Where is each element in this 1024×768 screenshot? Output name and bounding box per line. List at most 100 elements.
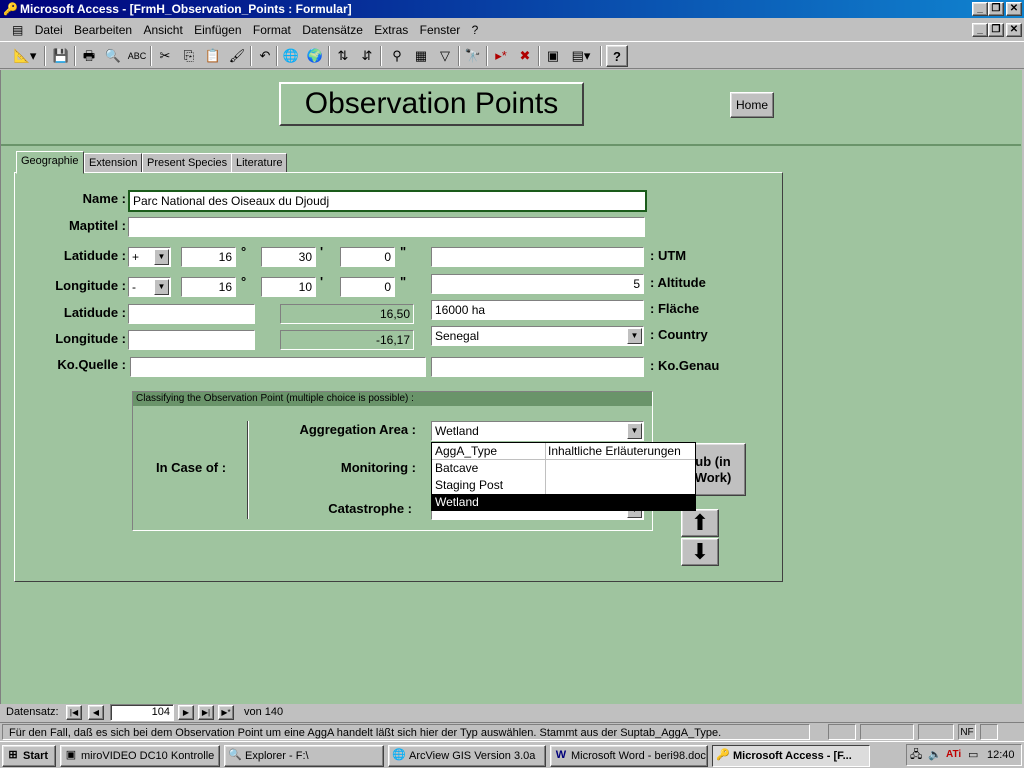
- next-record-button[interactable]: ▶: [178, 705, 194, 720]
- ko-quelle-field[interactable]: [130, 357, 426, 377]
- latitude-label: Latidude :: [63, 305, 126, 320]
- hyperlink-icon[interactable]: 🌐: [280, 45, 302, 67]
- dropdown-option-wetland[interactable]: Wetland: [432, 494, 695, 511]
- country-select[interactable]: Senegal ▼: [431, 326, 644, 346]
- tab-extension[interactable]: Extension: [84, 153, 143, 173]
- record-number-field[interactable]: 104: [110, 704, 174, 721]
- task-word[interactable]: W Microsoft Word - beri98.doc: [550, 745, 708, 767]
- name-field[interactable]: Parc National des Oiseaux du Djoudj: [128, 190, 647, 212]
- design-view-icon[interactable]: 📐▾: [10, 45, 40, 67]
- format-painter-icon[interactable]: 🖌: [226, 45, 248, 67]
- latitude-degrees-field[interactable]: 16: [181, 247, 236, 267]
- altitude-field[interactable]: 5: [431, 274, 644, 294]
- maptitel-field[interactable]: [128, 217, 645, 237]
- longitude-text-field[interactable]: [128, 330, 255, 350]
- chevron-down-icon[interactable]: ▼: [627, 328, 642, 344]
- dropdown-option-staging-post[interactable]: Staging Post: [432, 477, 695, 494]
- apply-filter-icon[interactable]: ▽: [434, 45, 456, 67]
- menu-datei[interactable]: Datei: [31, 20, 67, 40]
- cut-icon[interactable]: ✂: [154, 45, 176, 67]
- menu-datensaetze[interactable]: Datensätze: [298, 20, 367, 40]
- doc-minimize-button[interactable]: _: [972, 23, 988, 37]
- task-mirovideo[interactable]: ▣ miroVIDEO DC10 Kontrolle: [60, 745, 220, 767]
- maximize-button[interactable]: ❐: [988, 2, 1004, 16]
- previous-record-button[interactable]: ◀: [88, 705, 104, 720]
- menu-fenster[interactable]: Fenster: [416, 20, 465, 40]
- aggregation-dropdown-list: AggA_Type Inhaltliche Erläuterungen Batc…: [431, 442, 696, 511]
- arrow-up-icon: ⬆: [690, 510, 710, 535]
- menu-help[interactable]: ?: [468, 20, 483, 40]
- new-record-icon[interactable]: ▸*: [490, 45, 512, 67]
- paste-icon[interactable]: 📋: [202, 45, 224, 67]
- status-nf: NF: [958, 724, 976, 740]
- home-button[interactable]: Home: [730, 92, 774, 118]
- utm-field[interactable]: [431, 247, 644, 267]
- first-record-button[interactable]: |◀: [66, 705, 82, 720]
- spelling-icon[interactable]: ABC: [126, 45, 148, 67]
- latitude-minutes-field[interactable]: 30: [261, 247, 316, 267]
- longitude-minutes-field[interactable]: 10: [261, 277, 316, 297]
- sort-ascending-icon[interactable]: ⇅: [332, 45, 354, 67]
- save-icon[interactable]: 💾: [50, 45, 72, 67]
- document-icon[interactable]: ▤: [0, 20, 27, 40]
- doc-restore-button[interactable]: ❐: [988, 23, 1004, 37]
- longitude-seconds-field[interactable]: 0: [340, 277, 395, 297]
- new-record-nav-button[interactable]: ▶*: [218, 705, 234, 720]
- task-arcview[interactable]: 🌐 ArcView GIS Version 3.0a: [388, 745, 546, 767]
- print-icon[interactable]: 🖶: [78, 45, 100, 67]
- filter-by-form-icon[interactable]: ▦: [410, 45, 432, 67]
- menu-ansicht[interactable]: Ansicht: [139, 20, 186, 40]
- help-icon[interactable]: ?: [606, 45, 628, 67]
- close-button[interactable]: ✕: [1006, 2, 1022, 16]
- down-arrow-button[interactable]: ⬇: [681, 538, 719, 566]
- task-explorer[interactable]: 🔍 Explorer - F:\: [224, 745, 384, 767]
- web-toolbar-icon[interactable]: 🌍: [304, 45, 326, 67]
- menu-format[interactable]: Format: [249, 20, 295, 40]
- network-icon[interactable]: 🖧: [910, 745, 922, 765]
- new-object-icon[interactable]: ▤▾: [566, 45, 596, 67]
- print-preview-icon[interactable]: 🔍: [102, 45, 124, 67]
- filter-by-selection-icon[interactable]: ⚲: [386, 45, 408, 67]
- tab-geographie[interactable]: Geographie: [16, 151, 84, 174]
- flaeche-label: : Fläche: [650, 301, 700, 316]
- task-access[interactable]: 🔑 Microsoft Access - [F...: [712, 745, 870, 767]
- display-icon[interactable]: ▭: [968, 745, 978, 765]
- sub-button-label: ub (in Work): [694, 454, 732, 485]
- chevron-down-icon[interactable]: ▼: [154, 249, 169, 265]
- dropdown-option-batcave[interactable]: Batcave: [432, 460, 695, 477]
- menu-bar: ▤ Datei Bearbeiten Ansicht Einfügen Form…: [0, 20, 1024, 40]
- divider: [247, 421, 249, 519]
- aggregation-area-select[interactable]: Wetland ▼: [431, 421, 644, 441]
- latitude-sign-select[interactable]: + ▼: [128, 247, 171, 267]
- doc-close-button[interactable]: ✕: [1006, 23, 1022, 37]
- sort-descending-icon[interactable]: ⇵: [356, 45, 378, 67]
- menu-extras[interactable]: Extras: [370, 20, 412, 40]
- chevron-down-icon[interactable]: ▼: [627, 423, 642, 439]
- aggregation-area-label: Aggregation Area :: [299, 422, 416, 437]
- longitude-degrees-field[interactable]: 16: [181, 277, 236, 297]
- delete-record-icon[interactable]: ✖: [514, 45, 536, 67]
- volume-icon[interactable]: 🔈: [928, 745, 942, 765]
- latitude-text-field[interactable]: [128, 304, 255, 324]
- undo-icon[interactable]: ↶: [254, 45, 276, 67]
- last-record-button[interactable]: ▶|: [198, 705, 214, 720]
- copy-icon[interactable]: ⎘: [178, 45, 200, 67]
- latitude-seconds-field[interactable]: 0: [340, 247, 395, 267]
- up-arrow-button[interactable]: ⬆: [681, 509, 719, 537]
- flaeche-field[interactable]: 16000 ha: [431, 300, 644, 320]
- chevron-down-icon[interactable]: ▼: [154, 279, 169, 295]
- menu-bearbeiten[interactable]: Bearbeiten: [70, 20, 136, 40]
- start-button[interactable]: ⊞ Start: [2, 745, 56, 767]
- minute-symbol: ': [320, 244, 324, 259]
- tab-literature[interactable]: Literature: [231, 153, 288, 173]
- longitude-sign-select[interactable]: - ▼: [128, 277, 171, 297]
- tab-present-species[interactable]: Present Species: [142, 153, 233, 173]
- find-icon[interactable]: 🔭: [462, 45, 484, 67]
- database-window-icon[interactable]: ▣: [542, 45, 564, 67]
- minimize-button[interactable]: _: [972, 2, 988, 16]
- windows-logo-icon: ⊞: [8, 749, 18, 761]
- system-tray: 🖧 🔈 ATi ▭ 12:40: [906, 744, 1022, 766]
- menu-einfuegen[interactable]: Einfügen: [190, 20, 245, 40]
- ati-icon[interactable]: ATi: [946, 745, 961, 765]
- ko-genau-field[interactable]: [431, 357, 644, 377]
